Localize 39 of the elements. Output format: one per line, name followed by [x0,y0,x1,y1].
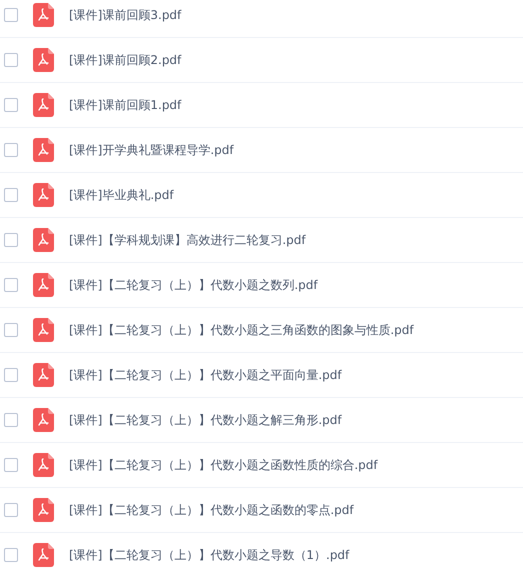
checkbox[interactable] [4,458,18,472]
pdf-file-icon [33,93,54,117]
checkbox[interactable] [4,323,18,337]
pdf-file-icon [33,318,54,342]
checkbox[interactable] [4,278,18,292]
file-name[interactable]: [课件]毕业典礼.pdf [69,186,174,204]
pdf-file-icon [33,183,54,207]
file-name[interactable]: [课件]【二轮复习（上）】代数小题之解三角形.pdf [69,412,342,428]
checkbox[interactable] [4,53,18,67]
pdf-file-icon [33,3,54,27]
file-name[interactable]: [课件]【二轮复习（上）】代数小题之函数的零点.pdf [69,502,354,518]
file-name[interactable]: [课件]开学典礼暨课程导学.pdf [69,142,234,158]
file-name[interactable]: [课件]【学科规划课】高效进行二轮复习.pdf [69,232,306,248]
pdf-file-icon [33,543,54,567]
file-name[interactable]: [课件]【二轮复习（上）】代数小题之函数性质的综合.pdf [69,456,378,474]
pdf-file-icon [33,273,54,297]
file-name[interactable]: [课件]【二轮复习（上）】代数小题之三角函数的图象与性质.pdf [69,322,414,338]
checkbox[interactable] [4,188,18,202]
file-name[interactable]: [课件]课前回顾1.pdf [69,96,182,114]
checkbox[interactable] [4,503,18,517]
checkbox[interactable] [4,8,18,22]
pdf-file-icon [33,453,54,477]
pdf-file-icon [33,498,54,522]
pdf-file-icon [33,363,54,387]
file-name[interactable]: [课件]【二轮复习（上）】代数小题之平面向量.pdf [69,366,342,384]
checkbox[interactable] [4,413,18,427]
checkbox[interactable] [4,98,18,112]
pdf-file-icon [33,138,54,162]
file-name[interactable]: [课件]【二轮复习（上）】代数小题之数列.pdf [69,276,318,294]
file-name[interactable]: [课件]课前回顾2.pdf [69,52,182,68]
pdf-file-icon [33,228,54,252]
file-name[interactable]: [课件]【二轮复习（上）】代数小题之导数（1）.pdf [69,546,350,564]
pdf-file-icon [33,408,54,432]
file-name[interactable]: [课件]课前回顾3.pdf [69,6,182,24]
checkbox[interactable] [4,368,18,382]
checkbox[interactable] [4,143,18,157]
checkbox[interactable] [4,548,18,562]
pdf-file-icon [33,48,54,72]
checkbox[interactable] [4,233,18,247]
